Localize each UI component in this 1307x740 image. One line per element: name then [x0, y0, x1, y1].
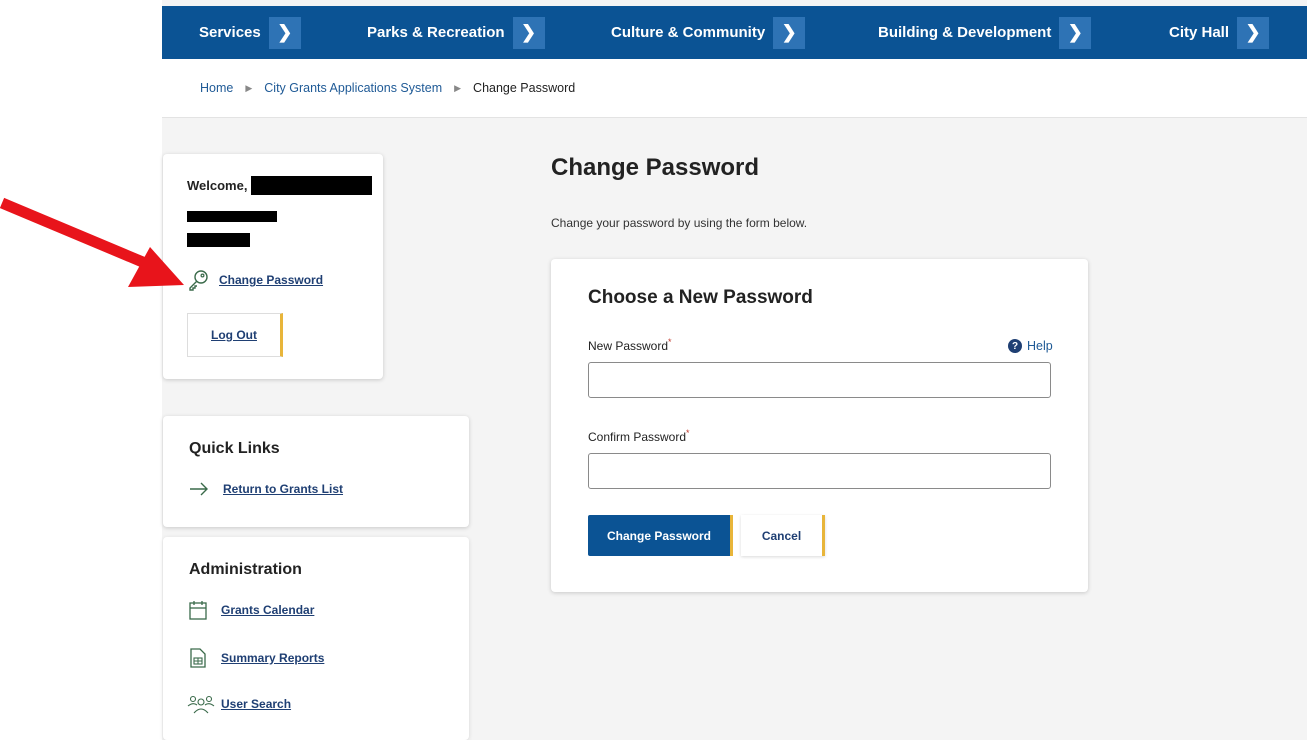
summary-reports-link[interactable]: Summary Reports — [221, 651, 324, 665]
change-password-link[interactable]: Change Password — [219, 273, 323, 287]
arrow-right-icon — [190, 482, 208, 496]
nav-label: Culture & Community — [611, 24, 766, 41]
page-title: Change Password — [551, 154, 760, 181]
caret-right-icon: ▶ — [454, 82, 462, 93]
nav-label: Services — [199, 24, 261, 41]
required-marker: * — [668, 337, 672, 347]
help-label: Help — [1027, 339, 1053, 353]
confirm-password-label: Confirm Password* — [588, 428, 690, 444]
report-icon — [190, 648, 206, 668]
admin-item-user-search: User Search — [187, 694, 291, 714]
help-link[interactable]: ? Help — [1008, 339, 1053, 353]
redacted-text — [187, 211, 277, 222]
redacted-username — [251, 176, 372, 195]
required-marker: * — [686, 428, 690, 438]
top-navigation: Services ❯ Parks & Recreation ❯ Culture … — [162, 6, 1307, 59]
nav-label: Parks & Recreation — [367, 24, 505, 41]
chevron-right-icon[interactable]: ❯ — [268, 16, 301, 49]
cancel-button-label: Cancel — [761, 528, 802, 543]
chevron-right-icon[interactable]: ❯ — [512, 16, 545, 49]
return-to-grants-link[interactable]: Return to Grants List — [223, 482, 343, 496]
new-password-label: New Password* — [588, 337, 672, 353]
admin-item-summary-reports: Summary Reports — [189, 648, 324, 668]
redacted-text — [187, 233, 250, 247]
welcome-card: Welcome, Change Password Log Out — [163, 154, 383, 379]
breadcrumb-home[interactable]: Home — [200, 81, 233, 95]
breadcrumb-grants-system[interactable]: City Grants Applications System — [264, 81, 442, 95]
caret-right-icon: ▶ — [245, 82, 253, 93]
nav-item-culture-community[interactable]: Culture & Community ❯ — [611, 6, 806, 59]
chevron-right-icon[interactable]: ❯ — [1237, 16, 1270, 49]
welcome-greeting: Welcome, — [187, 178, 248, 193]
return-row: Return to Grants List — [189, 482, 343, 496]
nav-item-services[interactable]: Services ❯ — [199, 6, 301, 59]
chevron-right-icon[interactable]: ❯ — [1059, 16, 1092, 49]
nav-item-building-development[interactable]: Building & Development ❯ — [878, 6, 1092, 59]
users-icon — [187, 695, 215, 714]
change-password-button[interactable]: Change Password — [588, 515, 733, 556]
grants-calendar-link[interactable]: Grants Calendar — [221, 603, 314, 617]
quick-links-card: Quick Links Return to Grants List — [163, 416, 469, 527]
key-icon — [189, 270, 208, 291]
nav-item-city-hall[interactable]: City Hall ❯ — [1169, 6, 1270, 59]
nav-item-parks-recreation[interactable]: Parks & Recreation ❯ — [367, 6, 545, 59]
change-password-button-label: Change Password — [606, 528, 712, 543]
user-search-link[interactable]: User Search — [221, 697, 291, 711]
help-icon: ? — [1008, 339, 1022, 353]
change-password-form: Choose a New Password New Password* ? He… — [551, 259, 1088, 592]
form-title: Choose a New Password — [588, 287, 813, 308]
breadcrumb-current: Change Password — [473, 81, 576, 95]
new-password-label-text: New Password — [588, 339, 669, 353]
breadcrumb: Home ▶ City Grants Applications System ▶… — [162, 59, 1307, 118]
administration-title: Administration — [189, 561, 302, 578]
confirm-password-label-text: Confirm Password — [588, 430, 687, 444]
admin-item-grants-calendar: Grants Calendar — [189, 600, 314, 620]
logout-button[interactable]: Log Out — [187, 313, 283, 357]
new-password-input[interactable] — [588, 362, 1051, 398]
annotation-arrow-icon — [0, 197, 184, 287]
calendar-icon — [189, 601, 207, 620]
cancel-button[interactable]: Cancel — [741, 515, 825, 556]
change-password-row: Change Password — [187, 269, 323, 291]
nav-label: Building & Development — [878, 24, 1052, 41]
page-description: Change your password by using the form b… — [551, 216, 808, 230]
chevron-right-icon[interactable]: ❯ — [773, 16, 806, 49]
logout-label: Log Out — [211, 328, 257, 342]
confirm-password-input[interactable] — [588, 453, 1051, 489]
nav-label: City Hall — [1169, 24, 1230, 41]
administration-card: Administration Grants Calendar Summary R… — [163, 537, 469, 740]
quick-links-title: Quick Links — [189, 440, 280, 457]
